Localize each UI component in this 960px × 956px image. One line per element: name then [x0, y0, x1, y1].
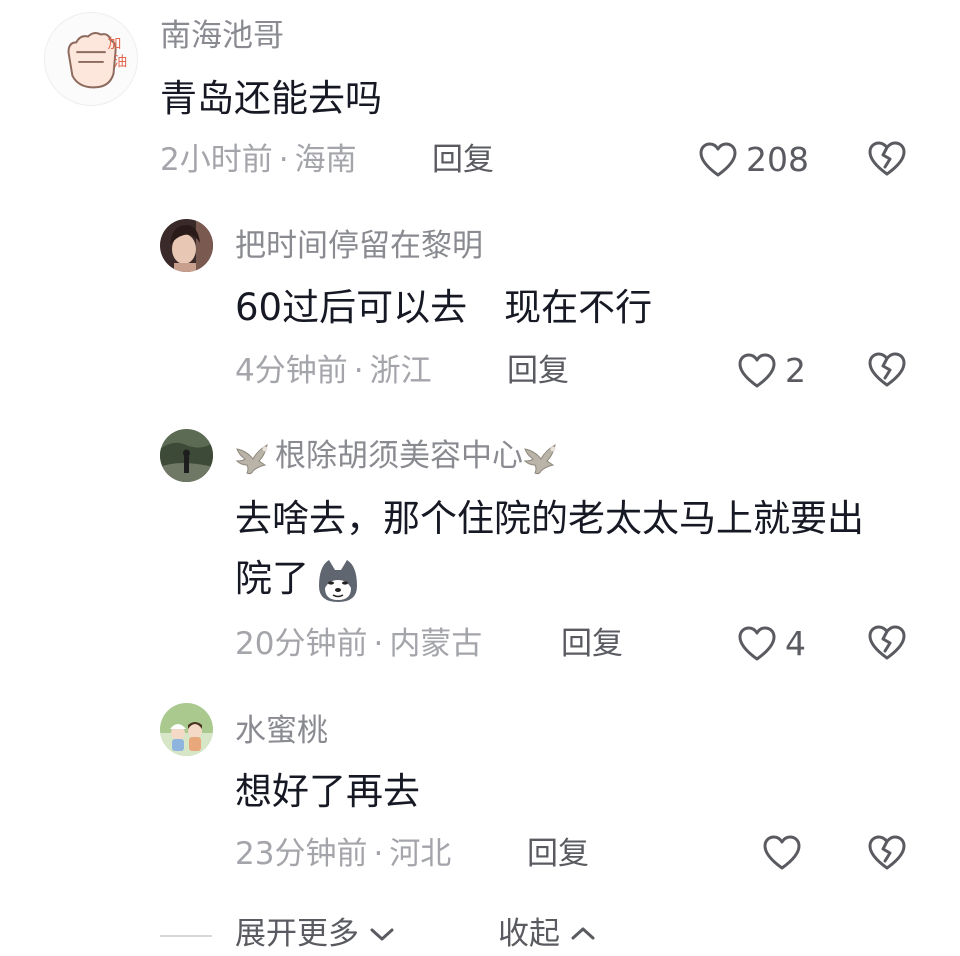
like-count: 4 [785, 624, 806, 663]
like-button[interactable]: 4 [737, 624, 806, 664]
comment-text-line-1: 去啥去，那个住院的老太太马上就要出 [235, 497, 864, 540]
heart-icon [699, 142, 737, 177]
avatar[interactable] [160, 219, 213, 272]
separator: · [353, 353, 364, 389]
forest-photo-avatar-icon [160, 429, 213, 482]
dislike-button[interactable] [866, 350, 908, 390]
heart-icon [738, 626, 776, 661]
expand-more-label: 展开更多 [235, 916, 359, 952]
heart-icon [763, 835, 801, 870]
svg-text:油: 油 [114, 54, 128, 70]
comment-meta: 4分钟前 · 浙江 [235, 351, 432, 391]
comment-location: 浙江 [369, 353, 432, 389]
comment-author[interactable]: 根除胡须美容中心 [235, 436, 563, 476]
comment-author[interactable]: 水蜜桃 [235, 711, 328, 751]
avatar[interactable] [160, 429, 213, 482]
like-count: 208 [746, 140, 809, 179]
husky-emoji-icon [313, 556, 363, 606]
comment-location: 海南 [294, 142, 357, 178]
chevron-down-icon [370, 928, 394, 941]
reply-button[interactable]: 回复 [432, 140, 494, 180]
reply-button[interactable]: 回复 [507, 351, 569, 391]
dislike-button[interactable] [866, 833, 908, 873]
comment-text: 想好了再去 [235, 770, 420, 813]
comment-meta: 2小时前 · 海南 [160, 140, 357, 180]
collapse-label: 收起 [498, 916, 560, 952]
eagle-icon [235, 441, 275, 475]
comment-meta: 20分钟前 · 内蒙古 [235, 624, 482, 664]
fist-avatar-icon: 加 油 [67, 31, 128, 89]
comment-location: 内蒙古 [389, 626, 483, 662]
separator: · [373, 836, 384, 872]
divider [160, 935, 212, 937]
comment-author[interactable]: 把时间停留在黎明 [235, 226, 483, 266]
comment-time: 4分钟前 [235, 353, 348, 389]
dislike-button[interactable] [866, 139, 908, 179]
like-count: 2 [785, 351, 806, 390]
comment-time: 20分钟前 [235, 626, 368, 662]
cartoon-kids-avatar-icon [160, 703, 213, 756]
eagle-icon [523, 441, 563, 475]
comment-text: 60过后可以去 现在不行 [235, 286, 653, 329]
like-button[interactable]: 2 [737, 351, 806, 391]
separator: · [278, 142, 289, 178]
chevron-up-icon [571, 927, 595, 940]
comment-text-line-2: 院了 [235, 550, 363, 608]
comment-text-line-2-text: 院了 [235, 557, 309, 600]
comment-location: 河北 [389, 836, 452, 872]
dislike-button[interactable] [866, 623, 908, 663]
comment-time: 2小时前 [160, 142, 273, 178]
comment-author[interactable]: 南海池哥 [160, 16, 284, 56]
reply-button[interactable]: 回复 [527, 834, 589, 874]
comment-text: 青岛还能去吗 [160, 77, 382, 120]
like-button[interactable] [762, 834, 810, 872]
like-button[interactable]: 208 [698, 140, 809, 180]
broken-heart-icon [868, 352, 906, 387]
avatar[interactable]: 加 油 [44, 12, 138, 106]
woman-photo-avatar-icon [160, 219, 213, 272]
collapse-button[interactable]: 收起 [498, 912, 598, 956]
comment-meta: 23分钟前 · 河北 [235, 834, 451, 874]
comment-time: 23分钟前 [235, 836, 368, 872]
avatar[interactable] [160, 703, 213, 756]
avatar-text: 加 [108, 36, 122, 52]
broken-heart-icon [868, 141, 906, 176]
broken-heart-icon [868, 835, 906, 870]
broken-heart-icon [868, 625, 906, 660]
heart-icon [738, 353, 776, 388]
reply-button[interactable]: 回复 [561, 624, 623, 664]
expand-more-button[interactable]: 展开更多 [235, 912, 397, 956]
separator: · [373, 626, 384, 662]
author-name: 根除胡须美容中心 [275, 438, 523, 474]
